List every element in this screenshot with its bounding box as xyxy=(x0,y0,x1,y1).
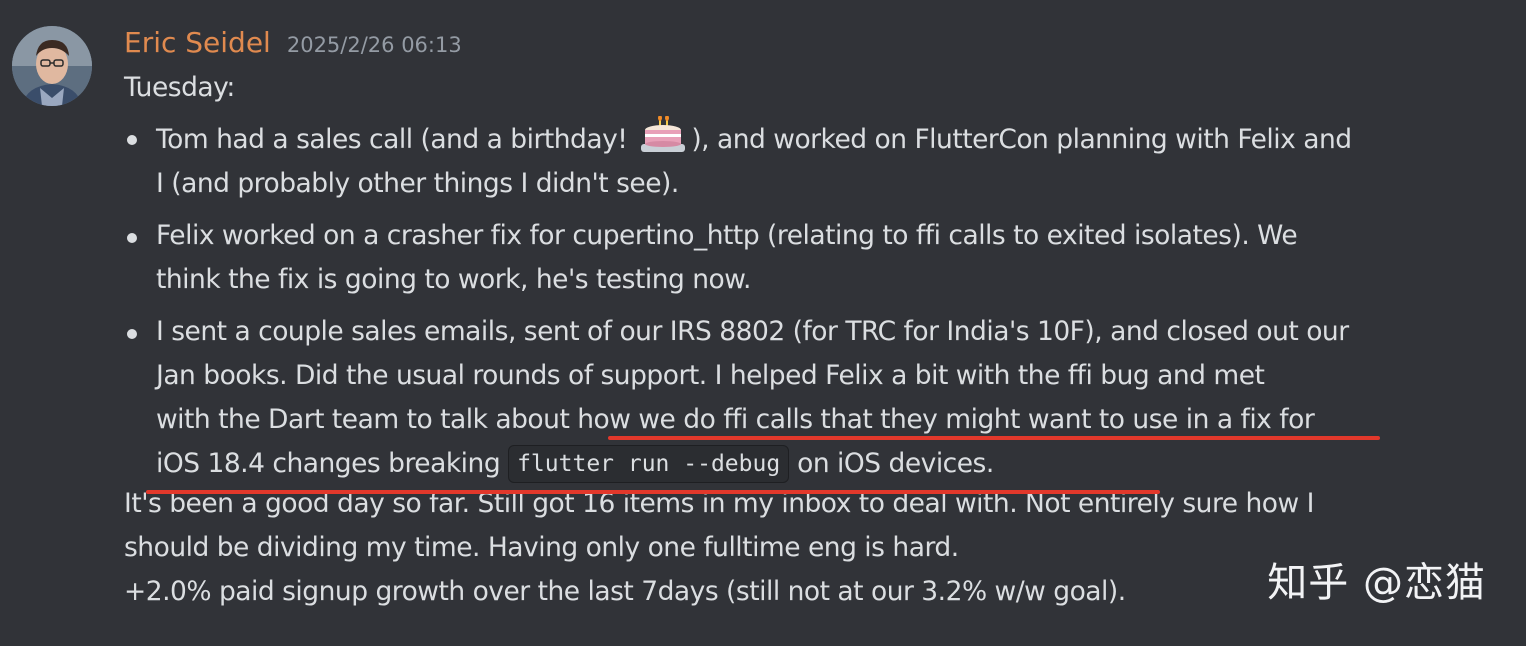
bullet-list: Tom had a sales call (and a birthday! ),… xyxy=(124,115,1414,486)
red-underline-annotation xyxy=(608,436,1380,440)
birthday-cake-icon xyxy=(639,115,687,156)
bullet-3-line-2: Jan books. Did the usual rounds of suppo… xyxy=(156,360,1265,391)
bullet-1-text-a: Tom had a sales call (and a birthday! xyxy=(156,124,636,155)
list-item: Felix worked on a crasher fix for cupert… xyxy=(124,214,1414,302)
message-outro-line-2: should be dividing my time. Having only … xyxy=(124,532,959,563)
red-underline-annotation xyxy=(146,490,1160,494)
message-intro: Tuesday: xyxy=(124,72,235,103)
message-timestamp[interactable]: 2025/2/26 06:13 xyxy=(287,33,462,57)
author-name[interactable]: Eric Seidel xyxy=(124,26,271,59)
bullet-1-text-b: ), and worked on FlutterCon planning wit… xyxy=(691,124,1352,155)
watermark: 知乎 @恋猫 xyxy=(1267,560,1486,606)
message-outro-line-3: +2.0% paid signup growth over the last 7… xyxy=(124,576,1126,607)
list-item: Tom had a sales call (and a birthday! ),… xyxy=(124,115,1414,206)
avatar-image xyxy=(12,26,92,106)
message-content: Tuesday: Tom had a sales call (and a bir… xyxy=(124,66,1414,614)
bullet-3-line-1: I sent a couple sales emails, sent of ou… xyxy=(156,316,1349,347)
message-header: Eric Seidel 2025/2/26 06:13 xyxy=(124,26,462,66)
inline-code: flutter run --debug xyxy=(508,445,790,483)
chat-message: Eric Seidel 2025/2/26 06:13 Tuesday: Tom… xyxy=(0,0,1526,646)
list-item: I sent a couple sales emails, sent of ou… xyxy=(124,310,1414,486)
bullet-1-line-2: I (and probably other things I didn't se… xyxy=(156,168,679,199)
bullet-2-line-1: Felix worked on a crasher fix for cupert… xyxy=(156,220,1298,251)
avatar[interactable] xyxy=(12,26,92,106)
bullet-2-line-2: think the fix is going to work, he's tes… xyxy=(156,264,751,295)
bullet-3-line-4-text-a: iOS 18.4 changes breaking xyxy=(156,448,509,479)
bullet-3-line-4-text-b: on iOS devices. xyxy=(789,448,994,479)
message-outro-line-1: It's been a good day so far. Still got 1… xyxy=(124,488,1314,519)
